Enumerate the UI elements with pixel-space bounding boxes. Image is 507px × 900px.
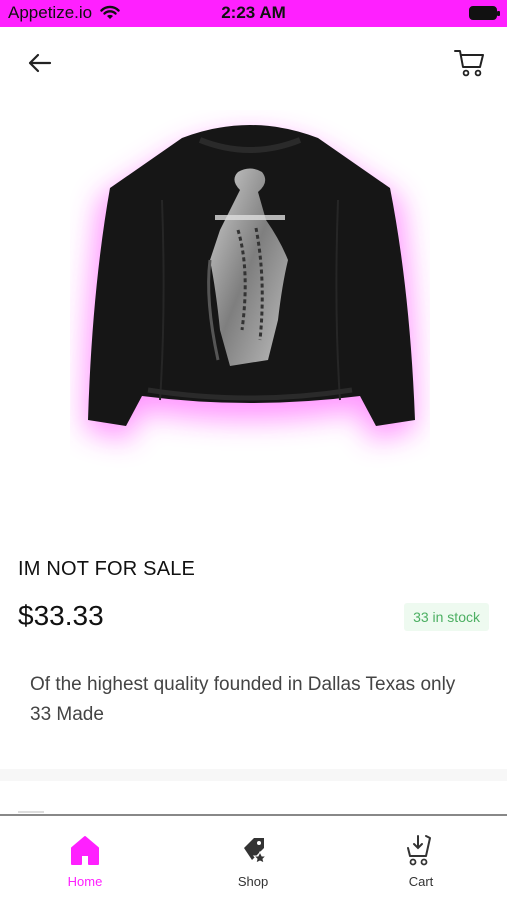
product-price: $33.33 bbox=[18, 600, 104, 631]
nav-label-shop: Shop bbox=[237, 874, 269, 889]
cart-icon bbox=[407, 835, 431, 866]
product-description: Of the highest quality founded in Dallas… bbox=[30, 674, 456, 725]
shop-tag-icon bbox=[244, 838, 268, 864]
stock-badge: 33 in stock bbox=[404, 603, 489, 631]
nav-item-home[interactable]: Home bbox=[30, 828, 140, 889]
partial-content bbox=[18, 811, 44, 813]
back-arrow-icon[interactable] bbox=[24, 47, 56, 79]
status-bar: Appetize.io 2:23 AM bbox=[0, 0, 507, 27]
section-divider bbox=[0, 769, 507, 781]
bottom-nav: Home Shop Cart bbox=[0, 814, 507, 900]
cart-icon[interactable] bbox=[453, 45, 487, 79]
product-title: IM NOT FOR SALE bbox=[18, 558, 196, 580]
home-icon bbox=[71, 836, 99, 865]
nav-item-shop[interactable]: Shop bbox=[198, 828, 308, 889]
product-image bbox=[85, 125, 415, 440]
nav-item-cart[interactable]: Cart bbox=[366, 828, 476, 889]
nav-label-home: Home bbox=[67, 874, 103, 889]
nav-label-cart: Cart bbox=[408, 874, 434, 889]
battery-icon bbox=[469, 6, 500, 20]
status-time: 2:23 AM bbox=[221, 3, 286, 22]
